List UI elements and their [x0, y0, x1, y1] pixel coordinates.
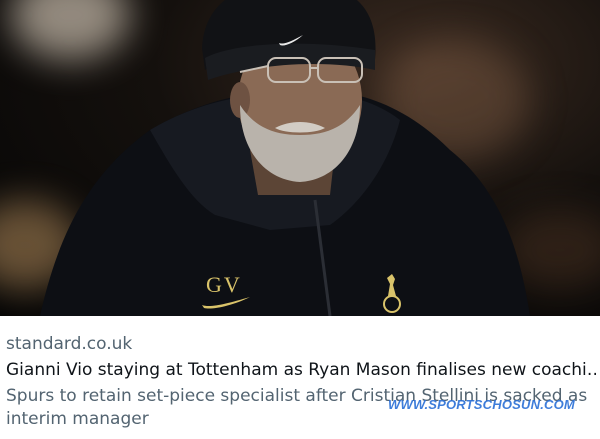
- coach-photo: [40, 0, 530, 316]
- nike-swoosh-icon: [202, 297, 250, 309]
- ear: [230, 82, 250, 118]
- link-preview-card[interactable]: GV standard.co.uk Gianni Vio staying at …: [0, 0, 600, 439]
- watermark: WWW.SPORTSCHOSUN.COM: [388, 397, 575, 412]
- tottenham-crest-icon: [383, 274, 401, 313]
- nike-swoosh-icon: [279, 35, 303, 46]
- jacket-initials: GV: [206, 272, 242, 297]
- card-image[interactable]: GV: [0, 0, 600, 316]
- card-meta[interactable]: standard.co.uk Gianni Vio staying at Tot…: [0, 316, 600, 439]
- card-domain: standard.co.uk: [6, 334, 133, 354]
- card-headline: Gianni Vio staying at Tottenham as Ryan …: [6, 360, 596, 380]
